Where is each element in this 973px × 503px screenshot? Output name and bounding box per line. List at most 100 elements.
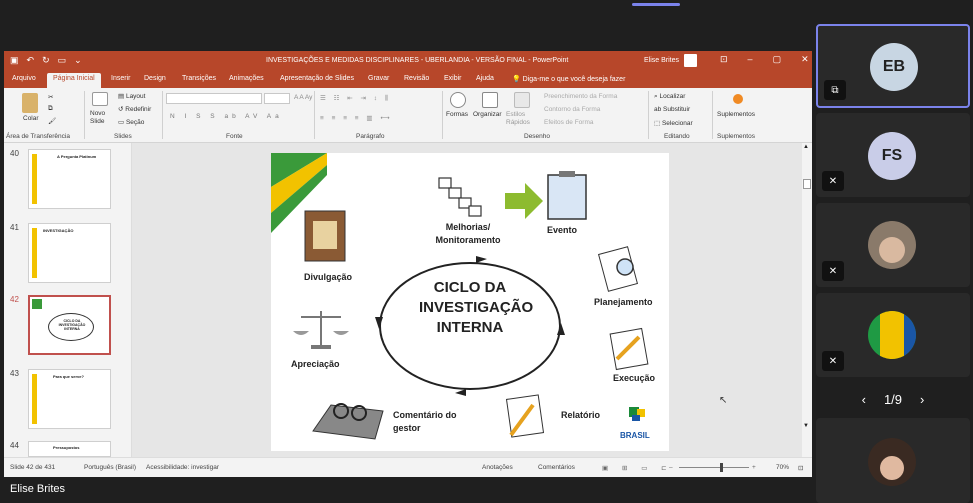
shapes-button[interactable]: Formas [446, 111, 468, 118]
thumb-number: 43 [10, 369, 19, 378]
customize-icon[interactable]: ⌄ [74, 55, 82, 66]
zoom-in-icon[interactable]: + [752, 464, 756, 471]
zoom-level[interactable]: 70% [776, 464, 789, 471]
shared-screen: ▣ ↶ ↻ ▭ ⌄ INVESTIGAÇÕES E MEDIDAS DISCIP… [4, 51, 812, 477]
zoom-out-icon[interactable]: – [669, 464, 673, 471]
tab-exibir[interactable]: Exibir [444, 75, 462, 82]
tab-transicoes[interactable]: Transições [182, 75, 216, 82]
tab-pagina-inicial[interactable]: Página Inicial [47, 73, 101, 88]
participant-tile[interactable]: FS ✕ [816, 113, 970, 197]
addins-icon[interactable] [733, 94, 743, 104]
ribbon-options-icon[interactable]: ⊡ [720, 54, 728, 65]
font-grow-icon[interactable]: A A Ay [294, 94, 312, 101]
avatar-initials: EB [882, 58, 906, 75]
label-relatorio: Relatório [561, 410, 601, 420]
slide-canvas: CICLO DA INVESTIGAÇÃO INTERNA Melhorias/… [132, 143, 802, 457]
vertical-scrollbar[interactable]: ▲ ▼ [802, 143, 812, 457]
format-painter-icon[interactable]: 🖌 [48, 117, 56, 125]
tab-apresentacao[interactable]: Apresentação de Slides [280, 75, 354, 82]
label-apreciacao: Apreciação [291, 359, 340, 369]
find-button[interactable]: ⌕ Localizar [654, 93, 685, 101]
spacing-button[interactable]: AV [245, 113, 261, 120]
arrange-icon[interactable] [482, 92, 498, 110]
label-execucao: Execução [613, 373, 656, 383]
maximize-icon[interactable]: ▢ [773, 54, 782, 65]
case-button[interactable]: Aa [267, 113, 283, 120]
reset-button[interactable]: ↺ Redefinir [118, 105, 151, 113]
language[interactable]: Português (Brasil) [84, 464, 136, 471]
copy-icon[interactable]: ⧉ [48, 105, 53, 113]
present-icon[interactable]: ▭ [58, 55, 67, 66]
accessibility[interactable]: Acessibilidade: investigar [146, 464, 219, 471]
slide-thumbnail[interactable]: Pressupostos [28, 441, 111, 457]
save-icon[interactable]: ▣ [10, 55, 19, 66]
shape-effects-button[interactable]: Efeitos de Forma [544, 119, 594, 126]
redo-icon[interactable]: ↻ [42, 55, 50, 66]
section-button[interactable]: ▭ Seção [118, 118, 144, 126]
font-size-field[interactable] [264, 93, 290, 104]
arrange-button[interactable]: Organizar [473, 111, 502, 118]
undo-icon[interactable]: ↶ [27, 55, 35, 66]
new-slide-icon[interactable] [92, 92, 108, 108]
tell-me-search[interactable]: 💡 Diga-me o que você deseja fazer [512, 75, 625, 83]
tab-revisao[interactable]: Revisão [404, 75, 429, 82]
prev-page-icon[interactable]: ‹ [862, 392, 866, 407]
slide[interactable]: CICLO DA INVESTIGAÇÃO INTERNA Melhorias/… [271, 153, 669, 451]
cut-icon[interactable]: ✂ [48, 93, 53, 101]
addins-button[interactable]: Suplementos [717, 111, 755, 118]
participant-tile[interactable]: ✕ [816, 203, 970, 287]
font-format-buttons[interactable]: N I S S ab AV Aa [170, 113, 283, 120]
account-avatar[interactable] [684, 54, 697, 67]
zoom-slider[interactable] [679, 467, 749, 468]
participant-tile[interactable]: ✕ [816, 293, 970, 377]
tab-animacoes[interactable]: Animações [229, 75, 264, 82]
shadow-button[interactable]: S [210, 113, 218, 120]
tab-design[interactable]: Design [144, 75, 166, 82]
scrollbar-thumb[interactable] [803, 179, 811, 189]
tab-ajuda[interactable]: Ajuda [476, 75, 494, 82]
select-button[interactable]: ⬚ Selecionar [654, 119, 693, 127]
shape-outline-button[interactable]: Contorno da Forma [544, 106, 600, 113]
replace-button[interactable]: ab Substituir [654, 106, 690, 113]
self-view-tile[interactable] [816, 418, 970, 503]
bold-button[interactable]: N [170, 113, 179, 120]
tab-inserir[interactable]: Inserir [111, 75, 130, 82]
zoom-slider-thumb[interactable] [720, 463, 723, 472]
next-page-icon[interactable]: › [920, 392, 924, 407]
shapes-icon[interactable] [450, 92, 466, 110]
slide-thumbnail[interactable]: Para que serve? [28, 369, 111, 429]
title-bar: ▣ ↶ ↻ ▭ ⌄ INVESTIGAÇÕES E MEDIDAS DISCIP… [4, 51, 812, 70]
underline-button[interactable]: S [196, 113, 204, 120]
label-divulgacao: Divulgação [304, 272, 353, 282]
notes-button[interactable]: Anotações [482, 464, 513, 471]
fit-slide-icon[interactable]: ⊡ [798, 464, 803, 472]
tab-arquivo[interactable]: Arquivo [12, 75, 36, 82]
slide-thumbnail[interactable]: INVESTIGAÇÃO [28, 223, 111, 283]
tab-gravar[interactable]: Gravar [368, 75, 389, 82]
strikethrough-button[interactable]: ab [224, 113, 239, 120]
scroll-down-icon[interactable]: ▼ [803, 423, 809, 429]
shape-fill-button[interactable]: Preenchimento da Forma [544, 93, 617, 100]
font-name-field[interactable] [166, 93, 262, 104]
scroll-up-icon[interactable]: ▲ [803, 144, 809, 150]
participant-tile[interactable]: EB ⧉ [816, 24, 970, 108]
quick-styles-button[interactable]: Estilos Rápidos [506, 111, 534, 127]
italic-button[interactable]: I [185, 113, 191, 120]
view-buttons[interactable]: ▣ ⊞ ▭ ⊏ [602, 464, 673, 472]
slide-thumbnail[interactable]: A Pergunta Platinum [28, 149, 111, 209]
checklist-icon [438, 177, 482, 217]
book-page [313, 221, 337, 249]
comments-button[interactable]: Comentários [538, 464, 575, 471]
new-slide-button[interactable]: Novo Slide [90, 110, 110, 126]
cycle-arrow [557, 323, 565, 335]
paste-button[interactable]: Colar [23, 115, 39, 122]
account-name[interactable]: Elise Brites [644, 57, 679, 64]
paste-icon[interactable] [22, 93, 38, 115]
quick-styles-icon[interactable] [514, 92, 530, 110]
minimize-icon[interactable]: – [748, 54, 753, 65]
layout-button[interactable]: ▤ Layout [118, 92, 145, 100]
close-icon[interactable]: ✕ [801, 54, 809, 65]
slide-thumbnail-selected[interactable]: CICLO DA INVESTIGAÇÃO INTERNA [28, 295, 111, 355]
paragraph-list-icons[interactable]: ☰ ☷ ⇤ ⇥ ↕ ⫼ [320, 94, 391, 103]
paragraph-align-icons[interactable]: ≡ ≡ ≡ ≡ ▥ ⟷ [320, 114, 393, 122]
